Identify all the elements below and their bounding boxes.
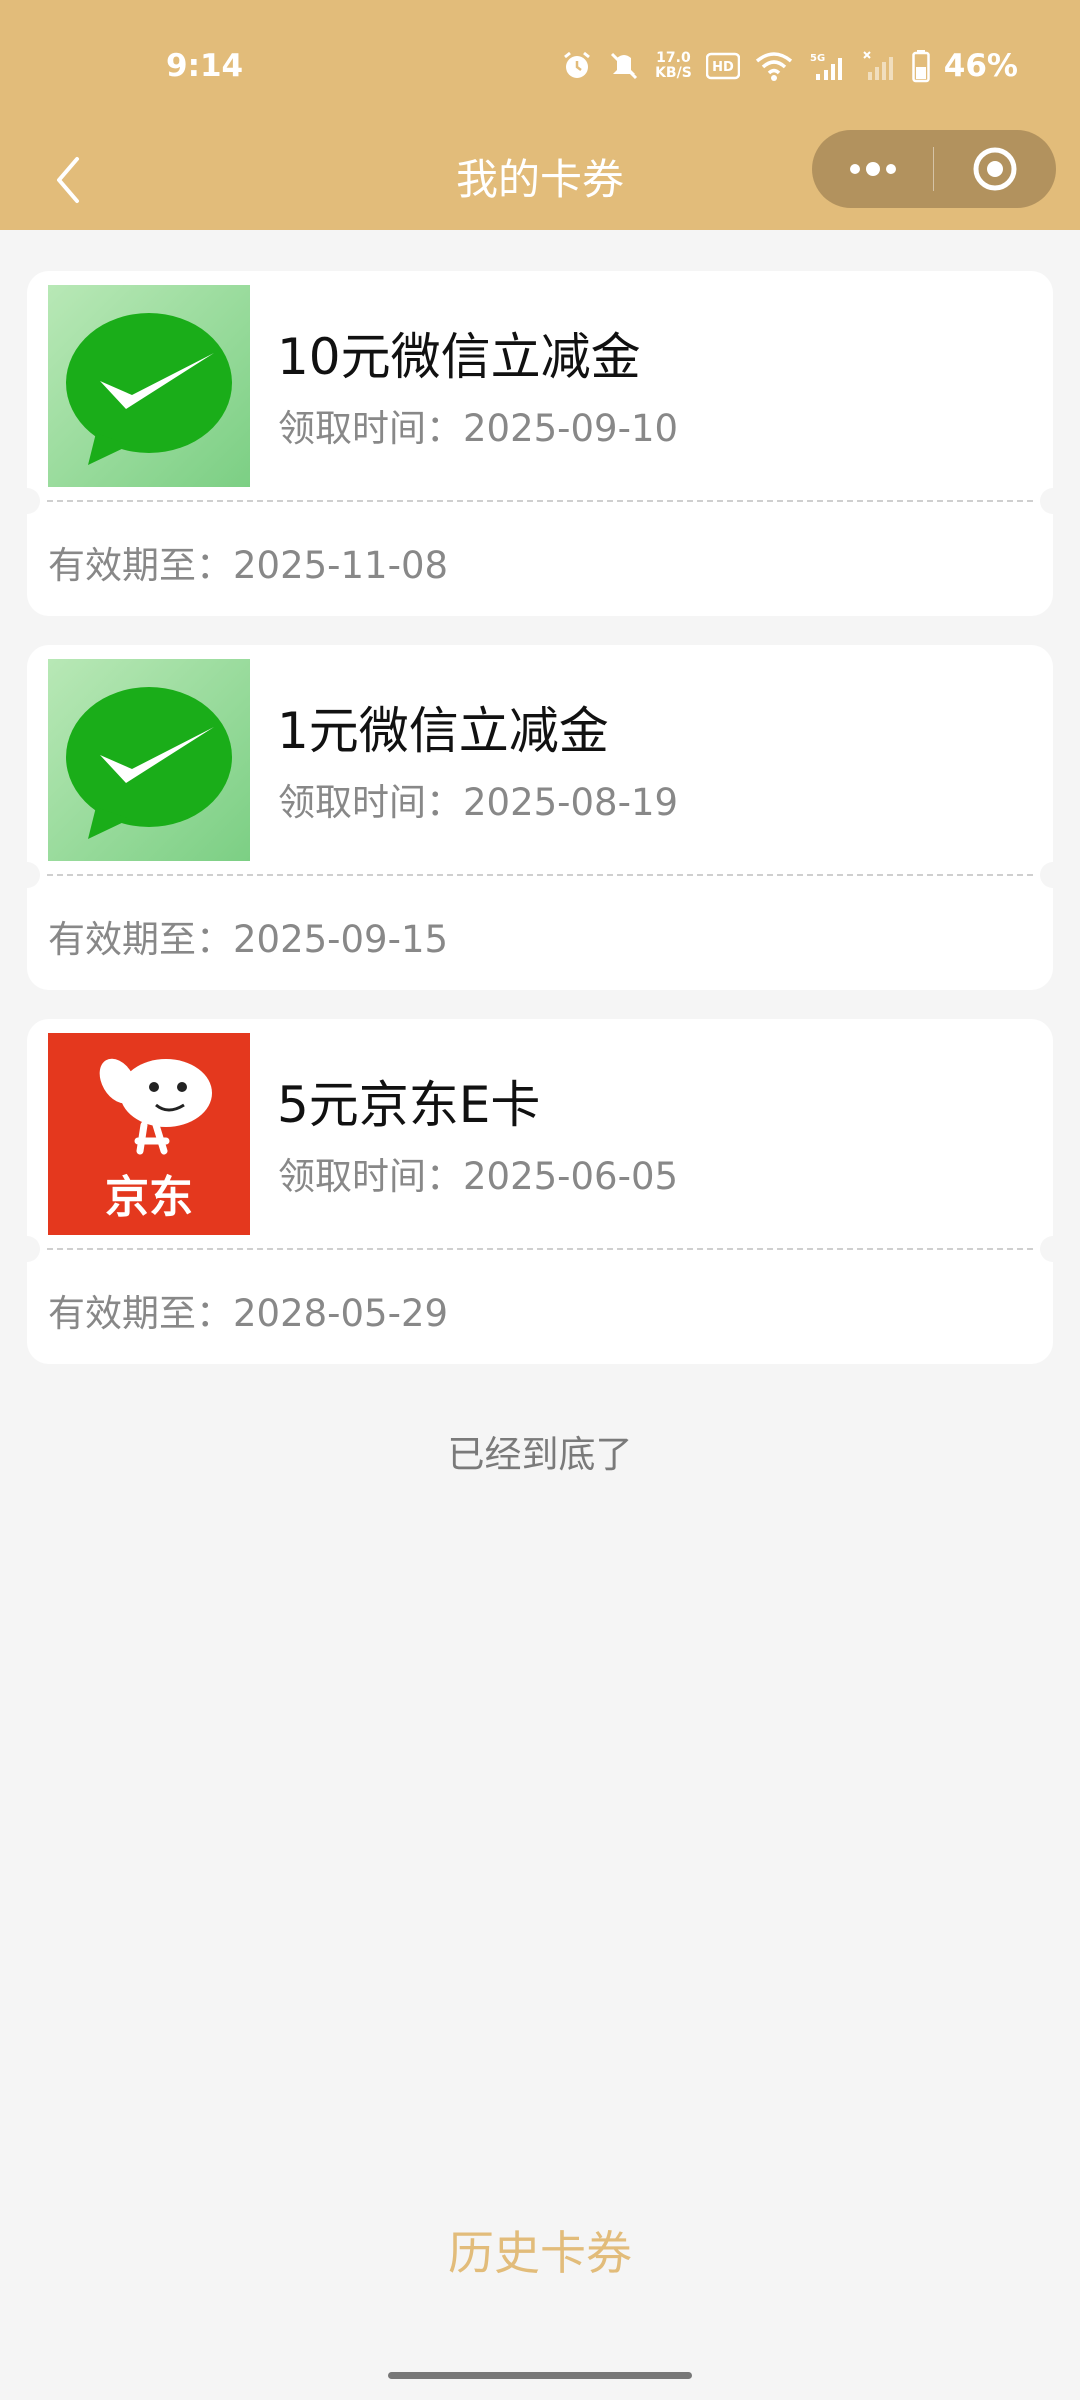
card-divider	[47, 1248, 1033, 1250]
coupon-received-date: 领取时间：2025-09-10	[278, 407, 679, 450]
battery-percent: 46%	[943, 48, 1018, 84]
wifi-icon	[755, 52, 792, 81]
target-icon	[973, 147, 1016, 191]
status-bar: 9:14 17.0 KB/S HD 5G 46%	[0, 0, 1080, 130]
hd-icon: HD	[705, 52, 740, 80]
nav-bar: 我的卡券	[0, 130, 1080, 230]
card-divider	[47, 874, 1033, 876]
home-indicator[interactable]	[388, 2372, 692, 2379]
coupon-valid-until: 有效期至：2028-05-29	[48, 1292, 449, 1335]
coupon-title: 10元微信立减金	[277, 328, 641, 386]
card-notch-right	[1040, 862, 1066, 888]
header: 9:14 17.0 KB/S HD 5G 46% 我的卡券	[0, 0, 1080, 230]
card-notch-left	[14, 1236, 40, 1262]
coupon-title: 1元微信立减金	[277, 702, 609, 760]
coupon-card[interactable]: 京东 5元京东E卡 领取时间：2025-06-05 有效期至：2028-05-2…	[14, 1019, 1066, 1364]
battery-icon	[912, 50, 930, 83]
card-notch-right	[1040, 1236, 1066, 1262]
mini-program-capsule	[812, 130, 1056, 208]
net-speed-indicator: 17.0 KB/S	[655, 51, 692, 81]
jd-logo-text: 京东	[105, 1172, 193, 1223]
more-dots-icon	[849, 162, 896, 176]
jd-logo-icon: 京东	[48, 1033, 250, 1235]
close-mini-program-button[interactable]	[934, 130, 1055, 208]
coupon-received-date: 领取时间：2025-06-05	[278, 1155, 679, 1198]
coupon-card[interactable]: 10元微信立减金 领取时间：2025-09-10 有效期至：2025-11-08	[14, 271, 1066, 616]
net-speed-unit: KB/S	[655, 65, 692, 81]
net-speed-value: 17.0	[656, 50, 691, 66]
wechat-logo-icon	[48, 659, 250, 861]
signal-empty-icon	[863, 51, 893, 80]
coupon-card[interactable]: 1元微信立减金 领取时间：2025-08-19 有效期至：2025-09-15	[14, 645, 1066, 990]
card-notch-right	[1040, 488, 1066, 514]
chevron-left-icon	[57, 157, 79, 203]
alarm-icon	[564, 51, 591, 78]
history-coupons-button[interactable]: 历史卡券	[390, 2220, 690, 2286]
wechat-logo-icon	[48, 285, 250, 487]
coupon-received-date: 领取时间：2025-08-19	[278, 781, 679, 824]
card-notch-left	[14, 862, 40, 888]
status-icons: 17.0 KB/S HD 5G 46%	[561, 46, 1018, 86]
coupon-valid-until: 有效期至：2025-09-15	[48, 918, 449, 961]
hd-label: HD	[712, 60, 734, 75]
coupon-title: 5元京东E卡	[277, 1076, 541, 1134]
mute-icon	[611, 52, 638, 80]
coupon-valid-until: 有效期至：2025-11-08	[48, 544, 449, 587]
signal-5g-icon: 5G	[810, 53, 842, 80]
card-notch-left	[14, 488, 40, 514]
card-divider	[47, 500, 1033, 502]
status-time: 9:14	[166, 48, 244, 84]
back-button[interactable]	[28, 140, 108, 220]
more-button[interactable]	[812, 130, 933, 208]
end-of-list-text: 已经到底了	[447, 1433, 633, 1476]
signal-5g-label: 5G	[810, 53, 825, 64]
